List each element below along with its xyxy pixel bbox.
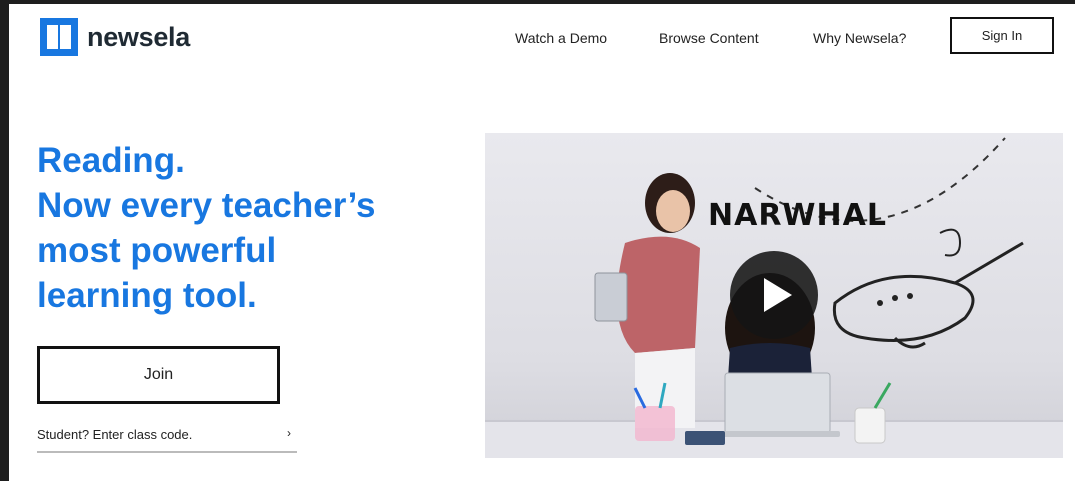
whiteboard-word: NARWHAL (708, 198, 887, 233)
sign-in-button[interactable]: Sign In (950, 17, 1054, 54)
newsela-logo[interactable]: newsela (40, 18, 190, 56)
headline-line-2: Now every teacher’s (37, 186, 376, 225)
headline-line-3: most powerful (37, 231, 277, 270)
demo-video[interactable]: NARWHAL (485, 133, 1063, 458)
nav-why-newsela[interactable]: Why Newsela? (813, 30, 906, 46)
nav-browse-content[interactable]: Browse Content (659, 30, 759, 46)
page: newsela Watch a Demo Browse Content Why … (9, 4, 1075, 481)
student-link-label: Student? Enter class code. (37, 427, 193, 442)
nav-watch-demo[interactable]: Watch a Demo (515, 30, 607, 46)
chevron-right-icon: › (287, 426, 291, 440)
student-class-code-link[interactable]: Student? Enter class code. › (37, 426, 297, 453)
play-button[interactable] (730, 251, 818, 339)
hero-headline: Reading. Now every teacher’s most powerf… (37, 138, 457, 318)
brand-name: newsela (87, 21, 190, 52)
newsela-logo-icon (40, 18, 78, 56)
headline-line-4: learning tool. (37, 276, 257, 315)
headline-line-1: Reading. (37, 141, 185, 180)
join-button[interactable]: Join (37, 346, 280, 404)
play-icon (764, 278, 792, 312)
